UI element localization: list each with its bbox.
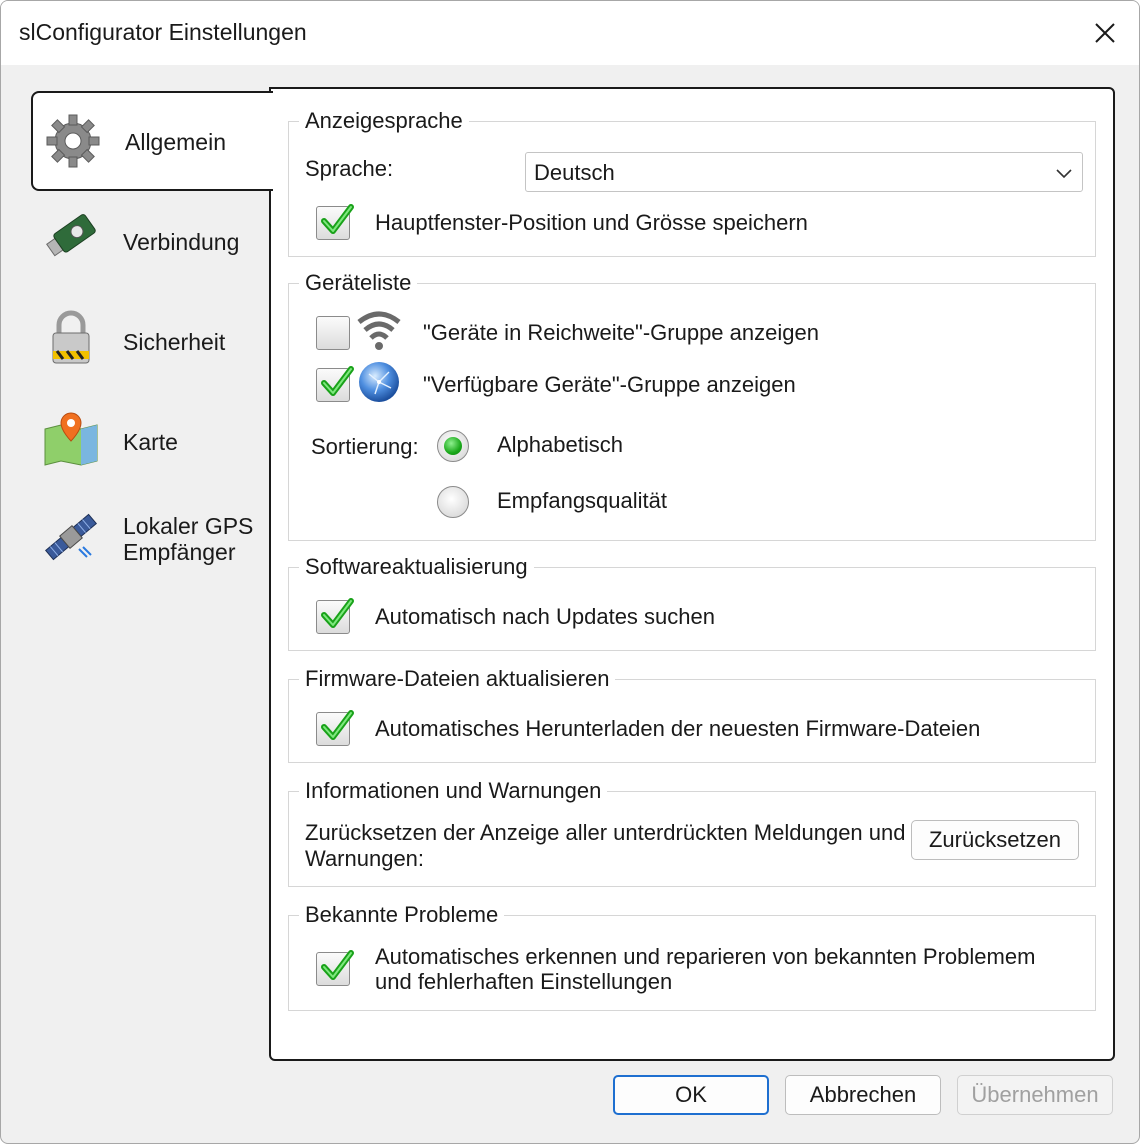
group-legend: Anzeigesprache	[299, 108, 469, 134]
wifi-signal-icon	[357, 311, 401, 350]
group-legend: Firmware-Dateien aktualisieren	[299, 666, 616, 692]
sort-quality-label: Empfangsqualität	[497, 488, 667, 513]
auto-download-label: Automatisches Herunterladen der neuesten…	[375, 716, 981, 741]
in-range-checkbox[interactable]	[316, 316, 350, 350]
auto-fix-label-line1: Automatisches erkennen und reparieren vo…	[375, 944, 1036, 969]
checkmark-icon	[321, 366, 354, 396]
auto-fix-label: Automatisches erkennen und reparieren vo…	[375, 944, 1035, 994]
checkmark-icon	[321, 598, 354, 628]
auto-update-label: Automatisch nach Updates suchen	[375, 604, 715, 629]
title-bar: slConfigurator Einstellungen	[1, 1, 1139, 65]
tab-label: Verbindung	[123, 229, 240, 255]
checkmark-icon	[321, 950, 354, 980]
group-geraeteliste: Geräteliste "Geräte in Reichweite"-Grupp…	[288, 270, 1096, 541]
tab-sicherheit[interactable]: Sicherheit	[31, 293, 273, 393]
cancel-button[interactable]: Abbrechen	[785, 1075, 941, 1115]
apply-button[interactable]: Übernehmen	[957, 1075, 1113, 1115]
tab-gps[interactable]: Lokaler GPS Empfänger	[31, 493, 273, 593]
auto-update-checkbox[interactable]	[316, 598, 354, 634]
tab-label-line1: Lokaler GPS	[123, 513, 254, 539]
group-legend: Bekannte Probleme	[299, 902, 505, 928]
settings-dialog: slConfigurator Einstellungen Allgemein V…	[0, 0, 1140, 1144]
sprache-label: Sprache:	[305, 156, 394, 181]
usb-stick-icon	[46, 214, 96, 257]
save-position-label: Hauptfenster-Position und Grösse speiche…	[375, 210, 808, 235]
sort-alpha-radio[interactable]	[437, 430, 469, 462]
available-checkbox[interactable]	[316, 366, 354, 402]
tab-label: Allgemein	[125, 129, 226, 155]
reset-button[interactable]: Zurücksetzen	[911, 820, 1079, 860]
group-legend: Geräteliste	[299, 270, 418, 296]
tab-label-line2: Empfänger	[123, 539, 236, 565]
chevron-down-icon	[1056, 169, 1072, 179]
map-pin-icon	[44, 412, 98, 466]
reset-description: Zurücksetzen der Anzeige aller unterdrüc…	[305, 820, 905, 872]
gear-icon	[46, 114, 100, 168]
tab-label: Lokaler GPS Empfänger	[123, 513, 253, 565]
tab-label: Karte	[123, 429, 178, 455]
group-legend: Softwareaktualisierung	[299, 554, 534, 580]
group-firmware: Firmware-Dateien aktualisieren Automatis…	[288, 666, 1096, 763]
ok-button[interactable]: OK	[613, 1075, 769, 1115]
available-label: "Verfügbare Geräte"-Gruppe anzeigen	[423, 372, 796, 397]
group-anzeigesprache: Anzeigesprache Sprache: Deutsch Hauptfen…	[288, 108, 1096, 257]
in-range-label: "Geräte in Reichweite"-Gruppe anzeigen	[423, 320, 819, 345]
group-software: Softwareaktualisierung Automatisch nach …	[288, 554, 1096, 651]
language-select[interactable]: Deutsch	[525, 152, 1083, 192]
tab-karte[interactable]: Karte	[31, 393, 273, 493]
reset-description-line2: Warnungen:	[305, 846, 425, 871]
padlock-icon	[52, 310, 90, 364]
checkmark-icon	[321, 710, 354, 740]
close-icon	[1095, 23, 1115, 43]
tab-verbindung[interactable]: Verbindung	[31, 193, 273, 293]
satellite-icon	[44, 513, 98, 561]
sort-quality-radio[interactable]	[437, 486, 469, 518]
tab-label: Sicherheit	[123, 329, 226, 355]
language-select-value: Deutsch	[534, 160, 615, 185]
sort-alpha-label: Alphabetisch	[497, 432, 623, 457]
group-probleme: Bekannte Probleme Automatisches erkennen…	[288, 902, 1096, 1011]
tab-allgemein[interactable]: Allgemein	[31, 91, 273, 191]
auto-fix-label-line2: und fehlerhaften Einstellungen	[375, 969, 673, 994]
group-legend: Informationen und Warnungen	[299, 778, 608, 804]
auto-download-checkbox[interactable]	[316, 710, 354, 746]
save-position-checkbox[interactable]	[316, 204, 354, 240]
reset-description-line1: Zurücksetzen der Anzeige aller unterdrüc…	[305, 820, 906, 845]
window-title: slConfigurator Einstellungen	[19, 19, 307, 45]
close-button[interactable]	[1071, 1, 1139, 65]
globe-icon	[359, 362, 399, 402]
checkmark-icon	[321, 204, 354, 234]
auto-fix-checkbox[interactable]	[316, 950, 354, 986]
settings-panel: Anzeigesprache Sprache: Deutsch Hauptfen…	[269, 87, 1115, 1061]
sort-label: Sortierung:	[311, 434, 419, 459]
group-info: Informationen und Warnungen Zurücksetzen…	[288, 778, 1096, 887]
